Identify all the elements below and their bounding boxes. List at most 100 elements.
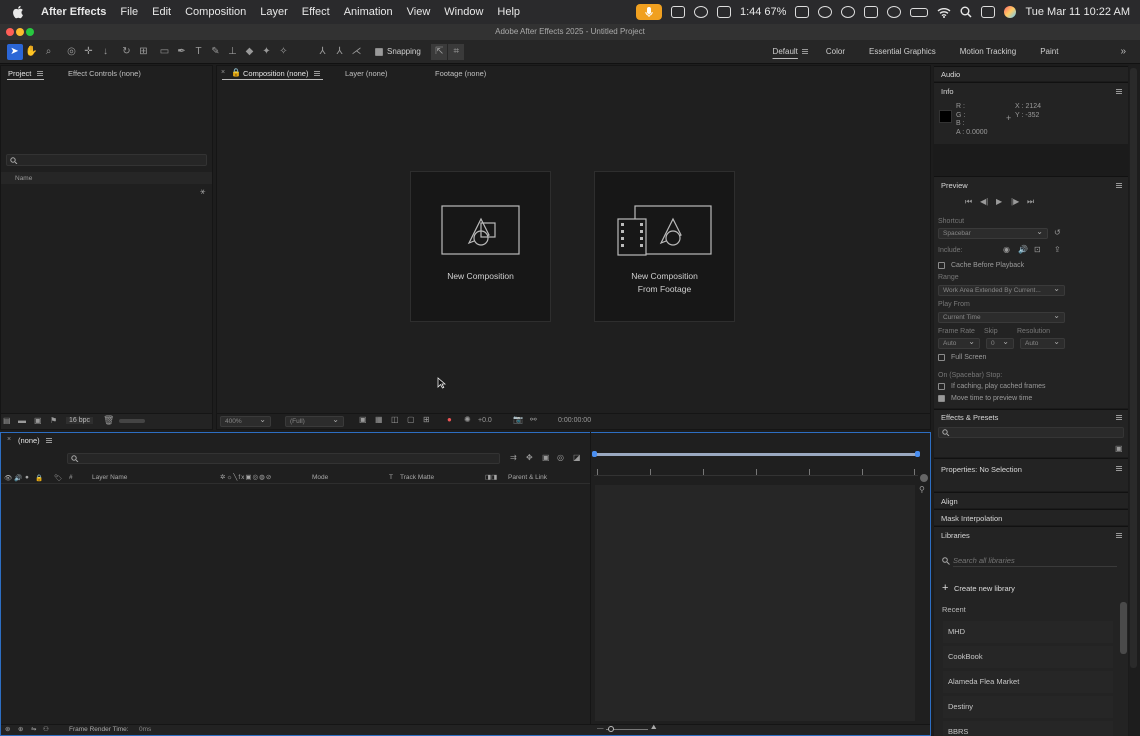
control-center-icon[interactable]: [981, 6, 996, 18]
range-dropdown[interactable]: Work Area Extended By Current...: [938, 284, 1065, 296]
tab-footage[interactable]: Footage (none): [435, 69, 486, 78]
microphone-icon[interactable]: [635, 4, 662, 20]
new-preset-icon[interactable]: ▣: [1115, 444, 1123, 453]
fast-previews-icon[interactable]: ▣: [359, 415, 367, 424]
battery-time-icon[interactable]: [716, 6, 731, 18]
layer-switches-toggle-icon[interactable]: ⊛: [5, 725, 10, 733]
library-item[interactable]: MHD: [943, 621, 1113, 643]
color-depth-button[interactable]: 16 bpc: [66, 417, 94, 424]
focus-icon[interactable]: [693, 6, 708, 18]
channels-icon[interactable]: ●: [447, 415, 452, 424]
libraries-panel-menu-icon[interactable]: [1116, 533, 1122, 538]
zoom-window-button[interactable]: [26, 28, 34, 36]
zoom-out-icon[interactable]: —: [597, 725, 604, 732]
library-item[interactable]: BBRS: [943, 721, 1113, 736]
calendar-icon[interactable]: [864, 6, 879, 18]
label-tag-icon[interactable]: 🏷: [54, 474, 62, 482]
col-mode[interactable]: Mode: [312, 474, 328, 481]
work-area-start-handle[interactable]: [592, 451, 597, 457]
wifi-icon[interactable]: [937, 7, 951, 18]
preview-panel-menu-icon[interactable]: [1116, 183, 1122, 188]
mask-interpolation-panel[interactable]: Mask Interpolation: [934, 509, 1128, 525]
previous-frame-icon[interactable]: ◀|: [980, 197, 988, 206]
battery-icon[interactable]: [910, 7, 929, 17]
anchor-point-tool-icon[interactable]: ⊞: [136, 44, 152, 60]
col-parent-link[interactable]: Parent & Link: [508, 474, 547, 481]
screen-record-icon[interactable]: [795, 6, 810, 18]
project-search-input[interactable]: [6, 154, 207, 166]
close-tab-icon[interactable]: ×: [221, 69, 225, 76]
new-composition-icon[interactable]: ▣: [34, 416, 42, 425]
mask-visibility-icon[interactable]: ◫: [391, 415, 399, 424]
pan-camera-tool-icon[interactable]: ✛: [81, 44, 97, 60]
type-tool-icon[interactable]: T: [191, 44, 207, 60]
orbit-camera-tool-icon[interactable]: ◎: [64, 44, 80, 60]
project-panel-menu-icon[interactable]: [37, 71, 43, 76]
magnification-dropdown[interactable]: 400%: [220, 415, 271, 427]
timeline-track-area[interactable]: [595, 485, 915, 721]
thumbnail-size-slider[interactable]: [119, 419, 145, 423]
exposure-value[interactable]: +0.0: [478, 417, 492, 424]
resolution-dropdown[interactable]: (Full): [285, 415, 344, 427]
workspace-paint[interactable]: Paint: [1028, 47, 1070, 56]
menu-view[interactable]: View: [400, 6, 438, 18]
menu-layer[interactable]: Layer: [253, 6, 295, 18]
workspace-essential-graphics[interactable]: Essential Graphics: [857, 47, 948, 56]
adjust-project-settings-icon[interactable]: ⚑: [50, 416, 57, 425]
effects-presets-menu-icon[interactable]: [1116, 415, 1122, 420]
new-folder-icon[interactable]: ▬: [18, 416, 26, 425]
menu-help[interactable]: Help: [490, 6, 527, 18]
tab-timeline-none[interactable]: (none): [18, 436, 40, 445]
rotation-tool-icon[interactable]: ↻: [119, 44, 135, 60]
col-track-matte[interactable]: Track Matte: [400, 474, 434, 481]
move-time-checkbox[interactable]: [938, 395, 945, 402]
exposure-icon[interactable]: ✺: [464, 415, 471, 424]
include-audio-icon[interactable]: 🔊: [1018, 245, 1028, 254]
work-area-end-handle[interactable]: [915, 451, 920, 457]
comp-marker-bin-icon[interactable]: [920, 474, 928, 482]
workspace-motion-tracking[interactable]: Motion Tracking: [948, 47, 1028, 56]
frame-rate-dropdown[interactable]: Auto: [938, 337, 980, 349]
solo-toggle-icon[interactable]: ●: [25, 474, 29, 481]
effects-search-input[interactable]: [938, 427, 1124, 438]
lock-icon[interactable]: 🔒: [231, 68, 241, 77]
motion-blur-icon[interactable]: ◎: [557, 453, 564, 462]
interpret-footage-icon[interactable]: ▤: [3, 416, 11, 425]
clone-stamp-tool-icon[interactable]: ⊥: [225, 44, 241, 60]
snap-edges-icon[interactable]: ⇱: [431, 43, 448, 60]
export-icon[interactable]: ⇪: [1054, 245, 1061, 254]
axis-local-icon[interactable]: ⅄: [315, 44, 331, 60]
eraser-tool-icon[interactable]: ◆: [242, 44, 258, 60]
col-layer-name[interactable]: Layer Name: [92, 474, 127, 481]
timeline-zoom-handle[interactable]: [608, 726, 614, 732]
play-from-dropdown[interactable]: Current Time: [938, 311, 1065, 323]
info-panel-menu-icon[interactable]: [1116, 89, 1122, 94]
comp-button-icon[interactable]: ⚲: [919, 485, 925, 494]
app-menu[interactable]: After Effects: [34, 6, 113, 18]
shy-layers-icon[interactable]: ▣: [542, 453, 550, 462]
tab-effect-controls[interactable]: Effect Controls (none): [68, 69, 141, 78]
project-column-name[interactable]: Name: [15, 175, 32, 182]
play-icon[interactable]: ▶: [996, 197, 1002, 206]
snap-features-icon[interactable]: ⌗: [448, 43, 465, 60]
time-ruler[interactable]: [594, 466, 918, 476]
clock-icon[interactable]: [887, 6, 902, 18]
work-area-bar[interactable]: [594, 453, 918, 456]
include-video-icon[interactable]: ◉: [1003, 245, 1010, 254]
new-composition-card[interactable]: New Composition: [410, 171, 551, 322]
workspace-menu-icon[interactable]: [801, 49, 808, 54]
reset-icon[interactable]: ↺: [1054, 228, 1061, 237]
library-item[interactable]: Destiny: [943, 696, 1113, 718]
search-icon[interactable]: [960, 6, 972, 18]
in-out-toggle-icon[interactable]: ⇋: [31, 725, 36, 733]
resolution-dropdown[interactable]: Auto: [1020, 337, 1065, 349]
more-workspaces-icon[interactable]: »: [1070, 46, 1140, 57]
composition-panel-menu-icon[interactable]: [314, 71, 320, 76]
properties-panel-menu-icon[interactable]: [1116, 466, 1122, 471]
menu-effect[interactable]: Effect: [295, 6, 337, 18]
grid-guides-icon[interactable]: ⊞: [423, 415, 430, 424]
roto-brush-tool-icon[interactable]: ✦: [259, 44, 275, 60]
menu-file[interactable]: File: [113, 6, 145, 18]
video-toggle-icon[interactable]: 👁: [4, 474, 12, 482]
create-new-library-button[interactable]: Create new library: [954, 584, 1015, 593]
